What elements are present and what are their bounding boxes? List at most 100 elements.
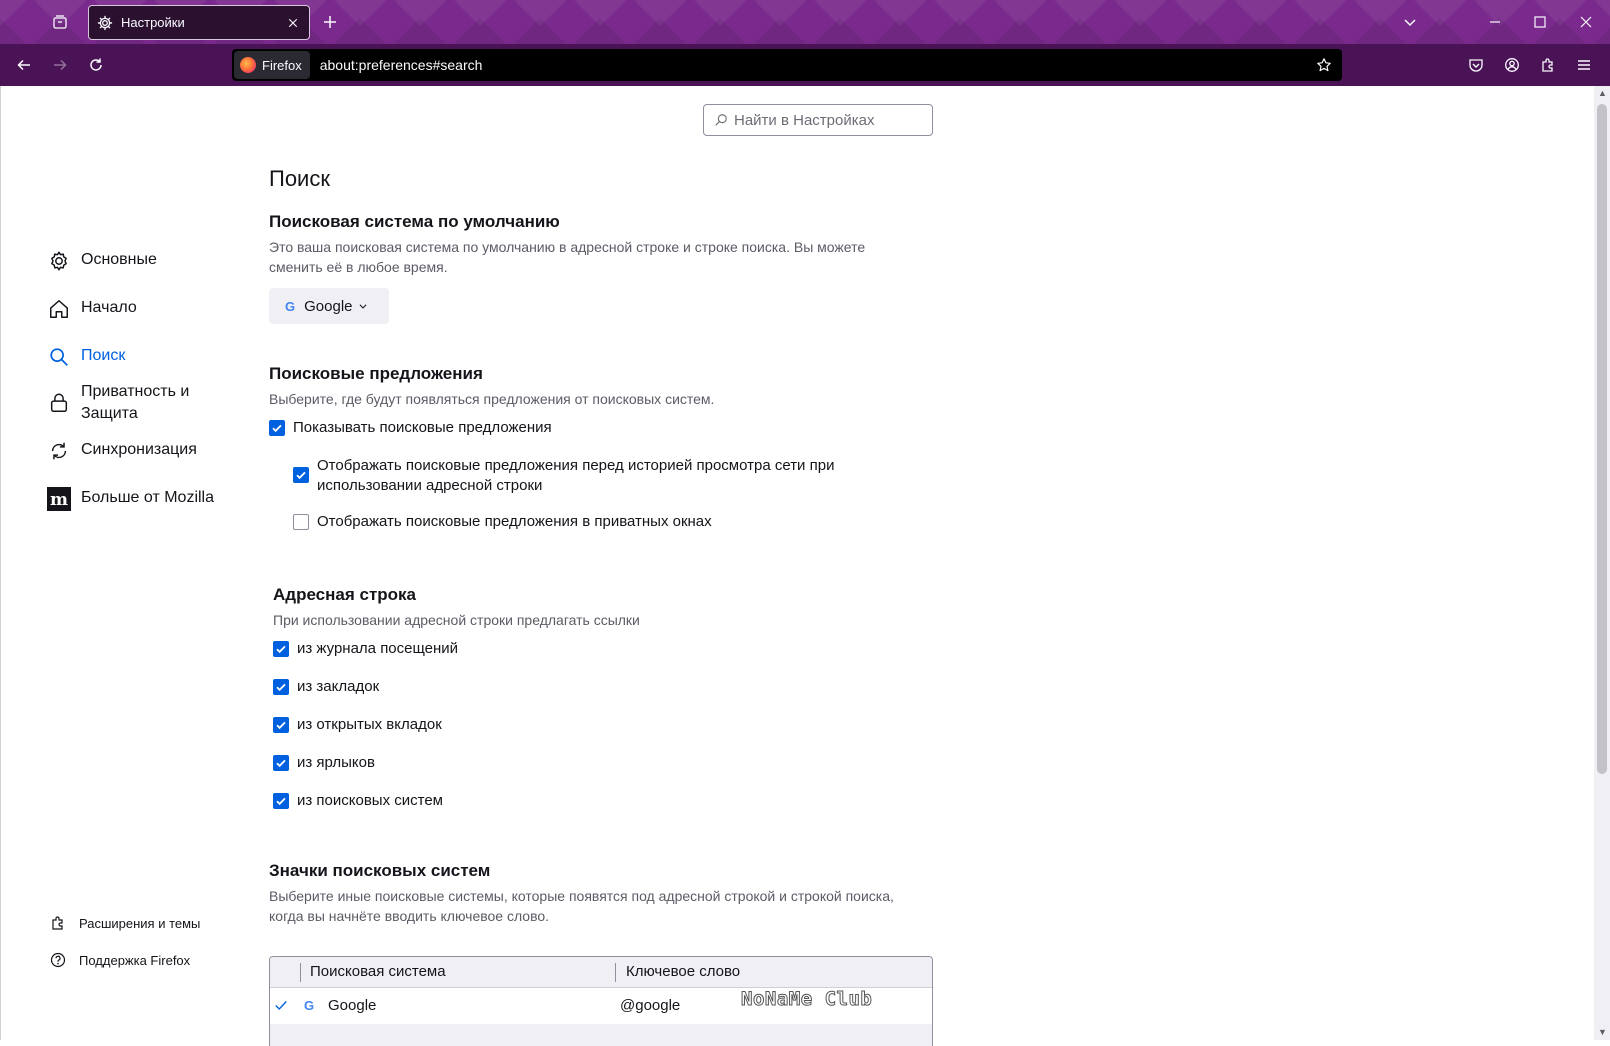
- url-bar[interactable]: Firefox about:preferences#search: [232, 49, 1342, 81]
- close-icon: [1580, 16, 1592, 28]
- chevron-down-icon: [1404, 19, 1416, 27]
- sidebar-support-link[interactable]: Поддержка Firefox: [49, 951, 190, 969]
- sidebar-addons-link[interactable]: Расширения и темы: [49, 914, 200, 932]
- tab-settings[interactable]: Настройки: [88, 5, 310, 40]
- default-engine-heading: Поисковая система по умолчанию: [269, 212, 560, 231]
- star-icon: [1317, 58, 1331, 72]
- address-bar-option-shortcuts[interactable]: из ярлыков: [273, 753, 375, 773]
- checkbox-label: из закладок: [297, 678, 380, 695]
- shortcuts-heading: Значки поисковых систем: [269, 861, 491, 880]
- table-header: Поисковая система Ключевое слово: [270, 957, 932, 988]
- checkmark-icon[interactable]: [274, 998, 288, 1016]
- maximize-button[interactable]: [1524, 6, 1556, 38]
- engine-keyword: @google: [620, 997, 681, 1014]
- checkbox-checked-icon[interactable]: [273, 793, 289, 809]
- sidebar-item-label: Основные: [81, 251, 157, 268]
- default-engine-dropdown[interactable]: G Google: [269, 288, 389, 324]
- tab-overview-icon: [53, 15, 67, 29]
- lock-icon: [47, 391, 71, 415]
- reload-icon: [90, 58, 102, 71]
- scrollbar-thumb[interactable]: [1597, 104, 1607, 774]
- minimize-button[interactable]: [1479, 6, 1511, 38]
- close-window-button[interactable]: [1570, 6, 1602, 38]
- address-bar-option-bookmarks[interactable]: из закладок: [273, 677, 379, 697]
- checkbox-label: из ярлыков: [297, 754, 375, 771]
- account-icon: [1505, 58, 1519, 72]
- table-row[interactable]: [270, 1024, 932, 1046]
- mozilla-icon: m: [47, 487, 71, 511]
- checkbox-label: из поисковых систем: [297, 792, 443, 809]
- checkbox-label: из открытых вкладок: [297, 716, 442, 733]
- address-bar-description: При использовании адресной строки предла…: [273, 612, 640, 628]
- sidebar-footer-label: Расширения и темы: [79, 915, 201, 931]
- sidebar-item-mozilla[interactable]: m Больше от Mozilla: [47, 487, 214, 511]
- address-bar-heading: Адресная строка: [273, 585, 417, 604]
- sidebar-item-sync[interactable]: Синхронизация: [47, 439, 197, 463]
- checkbox-checked-icon[interactable]: [273, 679, 289, 695]
- plus-icon: [324, 16, 336, 28]
- watermark: NoNaMe Club: [740, 988, 873, 1011]
- sidebar-item-privacy[interactable]: Приватность и Защита: [47, 381, 211, 425]
- address-bar-option-open-tabs[interactable]: из открытых вкладок: [273, 715, 442, 735]
- page-scrollbar[interactable]: ▲ ▼: [1594, 86, 1610, 1040]
- list-all-tabs-button[interactable]: [1394, 6, 1426, 38]
- title-bar: Настройки: [0, 0, 1610, 44]
- pocket-button[interactable]: [1460, 49, 1492, 81]
- default-engine-value: Google: [304, 297, 353, 315]
- reload-button[interactable]: [80, 49, 112, 81]
- tab-overview-button[interactable]: [44, 6, 76, 38]
- tab-title: Настройки: [121, 15, 185, 30]
- sidebar-item-label: Больше от Mozilla: [81, 489, 215, 506]
- maximize-icon: [1534, 16, 1546, 28]
- home-icon: [47, 297, 71, 321]
- checkbox-checked-icon[interactable]: [273, 755, 289, 771]
- puzzle-icon: [1542, 58, 1553, 72]
- preferences-content: Найти в Настройках Основные Начало Поиск: [0, 86, 1594, 1046]
- page-title: Поиск: [269, 166, 330, 191]
- checkbox-checked-icon[interactable]: [293, 467, 309, 483]
- sidebar-item-home[interactable]: Начало: [47, 297, 137, 321]
- scroll-down-icon[interactable]: ▼: [1598, 1028, 1607, 1037]
- puzzle-icon: [49, 914, 67, 932]
- show-suggestions-checkbox[interactable]: Показывать поисковые предложения: [269, 418, 552, 438]
- pocket-icon: [1469, 59, 1483, 72]
- suggestions-description: Выберите, где будут появляться предложен…: [269, 391, 715, 407]
- checkbox-checked-icon[interactable]: [273, 641, 289, 657]
- back-button[interactable]: [8, 49, 40, 81]
- suggestions-heading: Поисковые предложения: [269, 364, 483, 383]
- gear-icon: [47, 249, 71, 273]
- account-button[interactable]: [1496, 49, 1528, 81]
- sidebar-item-search[interactable]: Поиск: [47, 345, 125, 369]
- checkbox-checked-icon[interactable]: [273, 717, 289, 733]
- identity-box[interactable]: Firefox: [234, 51, 310, 79]
- menu-button[interactable]: [1568, 49, 1600, 81]
- address-bar-option-engines[interactable]: из поисковых систем: [273, 791, 443, 811]
- chevron-down-icon: [359, 304, 366, 309]
- identity-label: Firefox: [262, 57, 302, 73]
- sidebar-item-label: Приватность и Защита: [81, 383, 190, 422]
- google-icon: G: [285, 298, 296, 314]
- suggestions-private-checkbox[interactable]: Отображать поисковые предложения в прива…: [293, 512, 712, 532]
- arrow-right-icon: [54, 59, 67, 71]
- firefox-logo-icon: [240, 57, 256, 73]
- column-header-keyword[interactable]: Ключевое слово: [626, 963, 740, 980]
- extensions-button[interactable]: [1532, 49, 1564, 81]
- close-tab-button[interactable]: [281, 11, 305, 35]
- sidebar-item-label: Начало: [81, 299, 137, 316]
- sync-icon: [47, 439, 71, 463]
- forward-button[interactable]: [44, 49, 76, 81]
- suggestions-before-history-checkbox[interactable]: Отображать поисковые предложения перед и…: [293, 456, 853, 496]
- scroll-up-icon[interactable]: ▲: [1598, 89, 1607, 98]
- search-input[interactable]: Найти в Настройках: [703, 104, 933, 136]
- default-engine-description: Это ваша поисковая система по умолчанию …: [269, 239, 866, 275]
- column-separator: [615, 963, 616, 982]
- new-tab-button[interactable]: [314, 6, 346, 38]
- column-header-engine[interactable]: Поисковая система: [310, 963, 446, 980]
- search-icon: [47, 345, 71, 369]
- address-bar-option-history[interactable]: из журнала посещений: [273, 639, 458, 659]
- url-text[interactable]: about:preferences#search: [320, 57, 1310, 73]
- bookmark-star-button[interactable]: [1310, 51, 1338, 79]
- checkbox-checked-icon[interactable]: [269, 420, 285, 436]
- checkbox-unchecked-icon[interactable]: [293, 514, 309, 530]
- sidebar-item-general[interactable]: Основные: [47, 249, 157, 273]
